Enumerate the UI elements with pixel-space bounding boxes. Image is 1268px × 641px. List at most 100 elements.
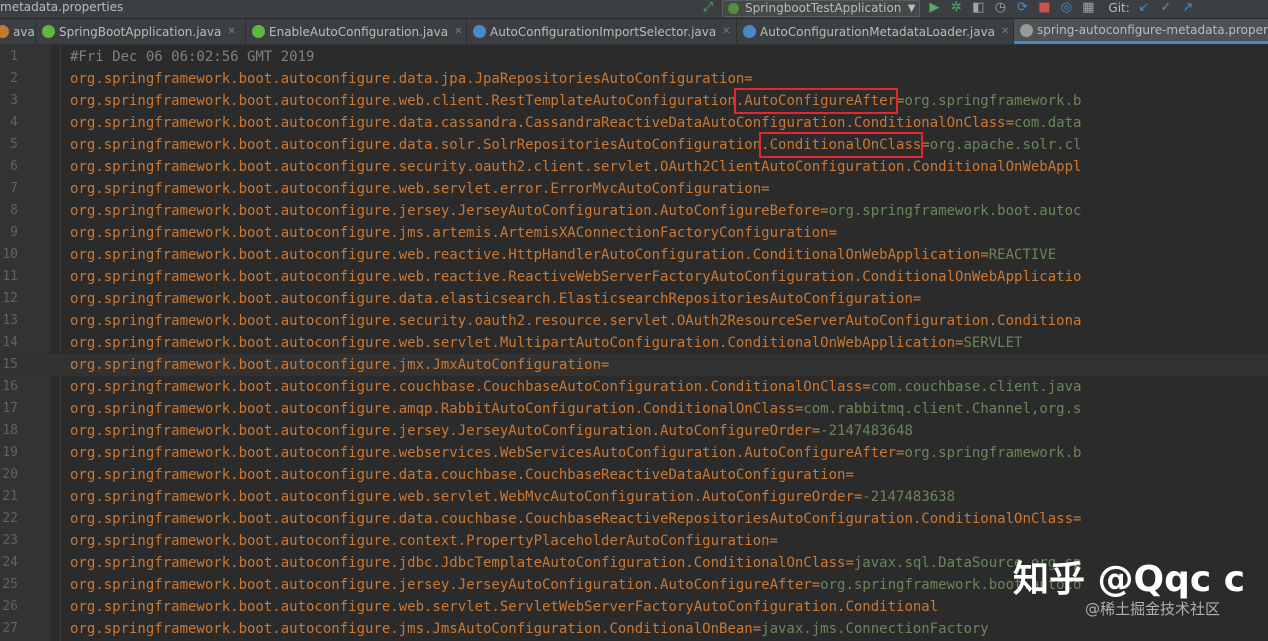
code-text[interactable]: org.springframework.boot.autoconfigure.w… [70, 266, 1081, 288]
property-key: org.springframework.boot.autoconfigure.j… [70, 423, 821, 439]
code-text[interactable]: org.springframework.boot.autoconfigure.w… [70, 486, 955, 508]
tab-label: AutoConfigurationMetadataLoader.java [760, 24, 996, 39]
code-line: 6 org.springframework.boot.autoconfigure.… [0, 156, 1268, 178]
comment-text: #Fri Dec 06 06:02:56 GMT 2019 [70, 49, 315, 65]
coverage-icon[interactable]: ◧ [970, 0, 986, 16]
line-number: 16 [2, 379, 18, 394]
code-line: 21 org.springframework.boot.autoconfigure… [0, 486, 1268, 508]
vcs-commit-icon[interactable]: ✓ [1158, 0, 1174, 16]
code-text[interactable]: org.springframework.boot.autoconfigure.w… [70, 332, 1022, 354]
property-key: org.springframework.boot.autoconfigure.s… [70, 313, 1082, 329]
line-number: 21 [2, 489, 18, 504]
property-key: org.springframework.boot.autoconfigure.j… [70, 203, 829, 219]
run-configuration-select[interactable]: SpringbootTestApplication ▼ [722, 0, 921, 17]
code-text[interactable]: org.springframework.boot.autoconfigure.w… [70, 244, 1056, 266]
code-text[interactable]: org.springframework.boot.autoconfigure.d… [70, 508, 1081, 530]
highlight-box [759, 132, 924, 158]
line-number: 11 [2, 269, 18, 284]
tab-2[interactable]: SpringBootApplication.java ✕ [36, 19, 246, 44]
property-value: -2147483638 [862, 489, 956, 505]
line-number: 26 [2, 599, 18, 614]
debug-icon[interactable]: ✲ [948, 0, 964, 16]
code-text[interactable]: org.springframework.boot.autoconfigure.d… [70, 68, 753, 90]
code-line: 15 org.springframework.boot.autoconfigure… [0, 354, 1268, 376]
code-text[interactable]: org.springframework.boot.autoconfigure.s… [70, 156, 1081, 178]
code-line: 2 org.springframework.boot.autoconfigure.… [0, 68, 1268, 90]
code-text[interactable]: org.springframework.boot.autoconfigure.j… [70, 552, 1081, 574]
close-icon[interactable]: ✕ [1001, 26, 1009, 37]
property-value: org.springframework.b [904, 93, 1082, 109]
code-editor[interactable]: 1 #Fri Dec 06 06:02:56 GMT 2019 2 org.sprin… [0, 45, 1268, 641]
stop-icon[interactable]: ■ [1036, 0, 1052, 16]
code-text[interactable]: org.springframework.boot.autoconfigure.d… [70, 134, 1081, 156]
line-number: 24 [2, 555, 18, 570]
settings-icon[interactable]: ▦ [1080, 0, 1096, 16]
build-hammer-icon[interactable]: ⤢ [700, 0, 716, 16]
run-icon[interactable]: ▶ [926, 0, 942, 16]
line-number: 23 [2, 533, 18, 548]
chevron-down-icon: ▼ [907, 2, 916, 14]
property-key: org.springframework.boot.autoconfigure.d… [70, 467, 854, 483]
property-key: org.springframework.boot.autoconfigure.j… [70, 225, 838, 241]
search-everywhere-icon[interactable]: ◎ [1058, 0, 1074, 16]
update-icon[interactable]: ⟳ [1014, 0, 1030, 16]
java-file-icon [0, 25, 9, 38]
tab-label: AutoConfigurationImportSelector.java [490, 24, 717, 39]
property-value: com.data [1014, 115, 1082, 131]
run-configuration-label: SpringbootTestApplication [745, 0, 902, 15]
property-key: org.springframework.boot.autoconfigure.c… [70, 379, 871, 395]
code-line: 10 org.springframework.boot.autoconfigure… [0, 244, 1268, 266]
line-number: 22 [2, 511, 18, 526]
code-text[interactable]: org.springframework.boot.autoconfigure.j… [70, 574, 1081, 596]
line-number: 17 [2, 401, 18, 416]
tab-3[interactable]: EnableAutoConfiguration.java ✕ [246, 19, 467, 44]
tab-label: SpringBootApplication.java [59, 24, 222, 39]
code-text[interactable]: org.springframework.boot.autoconfigure.c… [70, 530, 778, 552]
code-text[interactable]: org.springframework.boot.autoconfigure.d… [70, 464, 854, 486]
line-number: 14 [2, 335, 18, 350]
close-icon[interactable]: ✕ [722, 26, 730, 37]
code-line: 11 org.springframework.boot.autoconfigure… [0, 266, 1268, 288]
close-icon[interactable]: ✕ [227, 26, 235, 37]
property-key: org.springframework.boot.autoconfigure.s… [70, 159, 1082, 175]
code-text[interactable]: org.springframework.boot.autoconfigure.w… [70, 596, 938, 618]
code-text[interactable]: org.springframework.boot.autoconfigure.w… [70, 178, 770, 200]
property-key: org.springframework.boot.autoconfigure.w… [70, 445, 905, 461]
tab-6[interactable]: spring-autoconfigure-metadata.properties [1014, 19, 1268, 44]
close-icon[interactable]: ✕ [454, 26, 462, 37]
tab-5[interactable]: AutoConfigurationMetadataLoader.java ✕ [737, 19, 1014, 44]
vcs-label: Git: [1108, 1, 1130, 15]
property-key: org.springframework.boot.autoconfigure.d… [70, 71, 753, 87]
code-text[interactable]: org.springframework.boot.autoconfigure.j… [70, 200, 1081, 222]
code-text[interactable]: org.springframework.boot.autoconfigure.s… [70, 310, 1081, 332]
code-line: 9 org.springframework.boot.autoconfigure.… [0, 222, 1268, 244]
vcs-push-icon[interactable]: ↗ [1180, 0, 1196, 16]
code-text[interactable]: org.springframework.boot.autoconfigure.j… [70, 354, 609, 376]
vcs-update-icon[interactable]: ↙ [1136, 0, 1152, 16]
code-line: 4 org.springframework.boot.autoconfigure.… [0, 112, 1268, 134]
property-value: org.springframework.b [904, 445, 1082, 461]
code-text[interactable]: org.springframework.boot.autoconfigure.w… [70, 90, 1081, 112]
property-key: org.springframework.boot.autoconfigure.j… [70, 577, 821, 593]
line-number: 25 [2, 577, 18, 592]
code-text[interactable]: org.springframework.boot.autoconfigure.d… [70, 288, 921, 310]
code-text[interactable]: org.springframework.boot.autoconfigure.w… [70, 442, 1081, 464]
code-text[interactable]: org.springframework.boot.autoconfigure.j… [70, 618, 989, 640]
line-number: 13 [2, 313, 18, 328]
code-text[interactable]: #Fri Dec 06 06:02:56 GMT 2019 [70, 46, 314, 68]
code-text[interactable]: org.springframework.boot.autoconfigure.a… [70, 398, 1081, 420]
code-line: 12 org.springframework.boot.autoconfigure… [0, 288, 1268, 310]
code-text[interactable]: org.springframework.boot.autoconfigure.j… [70, 222, 837, 244]
breadcrumb[interactable]: metadata.properties [0, 0, 123, 14]
code-text[interactable]: org.springframework.boot.autoconfigure.c… [70, 376, 1081, 398]
code-text[interactable]: org.springframework.boot.autoconfigure.j… [70, 420, 913, 442]
code-line: 8 org.springframework.boot.autoconfigure.… [0, 200, 1268, 222]
code-line: 20 org.springframework.boot.autoconfigure… [0, 464, 1268, 486]
annotation-file-icon [252, 25, 265, 38]
code-line: 23 org.springframework.boot.autoconfigure… [0, 530, 1268, 552]
editor-tab-bar: ava✕SpringBootApplication.java✕EnableAut… [0, 19, 1268, 45]
code-text[interactable]: org.springframework.boot.autoconfigure.d… [70, 112, 1081, 134]
profile-icon[interactable]: ◷ [992, 0, 1008, 16]
tab-1[interactable]: ava✕ [0, 19, 36, 44]
tab-4[interactable]: AutoConfigurationImportSelector.java ✕ [467, 19, 737, 44]
